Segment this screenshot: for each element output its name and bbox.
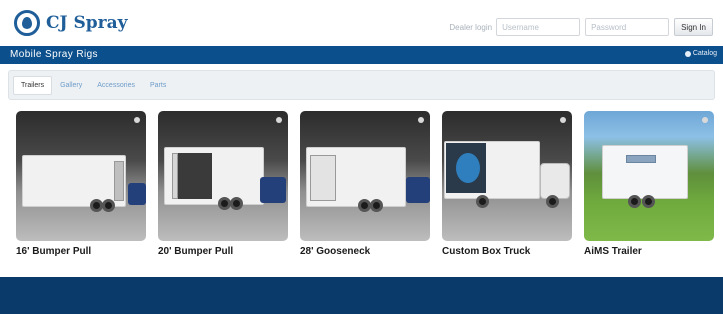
- info-icon: [418, 117, 424, 123]
- product-title[interactable]: 28' Gooseneck: [300, 246, 430, 257]
- page-footer: [0, 277, 723, 314]
- product-card[interactable]: 28' Gooseneck: [300, 111, 430, 257]
- tab-gallery[interactable]: Gallery: [53, 76, 89, 95]
- dealer-login-label: Dealer login: [449, 22, 493, 32]
- product-image-aims-trailer[interactable]: [584, 111, 714, 241]
- product-card[interactable]: 16' Bumper Pull: [16, 111, 146, 257]
- catalog-link[interactable]: Catalog: [684, 50, 717, 57]
- product-image-custom-box-truck[interactable]: [442, 111, 572, 241]
- password-input[interactable]: [585, 18, 670, 36]
- catalog-label: Catalog: [692, 50, 717, 57]
- product-image-20-bumper-pull[interactable]: [158, 111, 288, 241]
- product-title[interactable]: 16' Bumper Pull: [16, 246, 146, 257]
- sign-in-button[interactable]: Sign In: [674, 18, 713, 36]
- section-title-bar: Mobile Spray Rigs Catalog: [0, 46, 723, 64]
- brand-logo[interactable]: CJ Spray: [14, 10, 128, 36]
- product-title[interactable]: AiMS Trailer: [584, 246, 714, 257]
- logo-icon: [14, 10, 40, 36]
- info-icon: [702, 117, 708, 123]
- page-title: Mobile Spray Rigs: [10, 49, 98, 60]
- top-header: CJ Spray Dealer login Sign In: [0, 0, 723, 46]
- product-image-28-gooseneck[interactable]: [300, 111, 430, 241]
- product-grid: 16' Bumper Pull 20' Bumper Pull 28' Goos…: [16, 111, 723, 257]
- dealer-login-form: Dealer login Sign In: [449, 18, 713, 36]
- tab-trailers[interactable]: Trailers: [13, 76, 53, 95]
- content-panel: Trailers Gallery Accessories Parts 16' B…: [0, 64, 723, 277]
- tab-bar: Trailers Gallery Accessories Parts: [8, 70, 715, 100]
- tab-parts[interactable]: Parts: [143, 76, 173, 95]
- product-card[interactable]: 20' Bumper Pull: [158, 111, 288, 257]
- product-title[interactable]: Custom Box Truck: [442, 246, 572, 257]
- logo-text: CJ Spray: [46, 13, 128, 33]
- tab-accessories[interactable]: Accessories: [90, 76, 142, 95]
- info-icon: [134, 117, 140, 123]
- product-title[interactable]: 20' Bumper Pull: [158, 246, 288, 257]
- product-image-16-bumper-pull[interactable]: [16, 111, 146, 241]
- username-input[interactable]: [496, 18, 581, 36]
- product-card[interactable]: Custom Box Truck: [442, 111, 572, 257]
- product-card[interactable]: AiMS Trailer: [584, 111, 714, 257]
- info-icon: [560, 117, 566, 123]
- info-icon: [276, 117, 282, 123]
- catalog-icon: [684, 50, 691, 57]
